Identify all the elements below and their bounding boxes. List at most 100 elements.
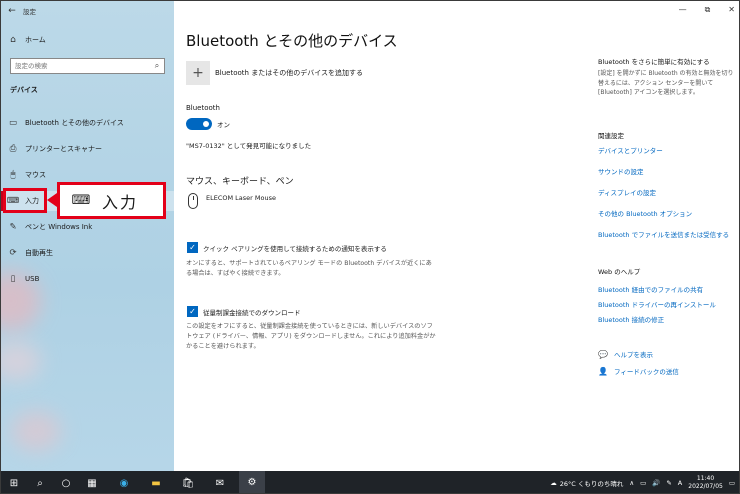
mouse-icon: 🖱 (10, 170, 16, 180)
get-help-row[interactable]: 💬 ヘルプを表示 (598, 349, 653, 360)
callout-label: 入力 (102, 192, 139, 212)
keyboard-icon: ⌨ (71, 193, 91, 208)
main-content: — ⧉ ✕ Bluetooth とその他のデバイス + Bluetooth また… (174, 1, 739, 471)
metered-checkbox-row[interactable]: ✓ 従量制課金接続でのダウンロード (187, 306, 301, 317)
plus-icon: + (186, 61, 210, 85)
store-icon[interactable]: 🛍 (175, 471, 201, 493)
callout-box: ⌨ 入力 (57, 182, 166, 219)
easier-title: Bluetooth をさらに簡単に有効にする (598, 58, 710, 66)
swift-pair-label: クイック ペアリングを使用して接続するための通知を表示する (203, 244, 387, 253)
wallpaper-blob (1, 341, 41, 381)
edge-icon[interactable]: ◉ (111, 471, 137, 493)
volume-icon[interactable]: 🔊 (652, 479, 660, 487)
feedback-row[interactable]: 👤 フィードバックの送信 (598, 366, 679, 377)
search-icon[interactable]: ⌕ (27, 471, 53, 493)
metered-checkbox[interactable]: ✓ (187, 306, 198, 317)
link-bluetooth-driver-reinstall[interactable]: Bluetooth ドライバーの再インストール (598, 299, 716, 309)
add-device-label: Bluetooth またはその他のデバイスを追加する (215, 69, 363, 77)
home-icon: ⌂ (10, 35, 16, 45)
notification-icon[interactable]: ▭ (729, 479, 735, 487)
link-bluetooth-file-share[interactable]: Bluetooth 経由でのファイルの共有 (598, 284, 703, 294)
wallpaper-blob (11, 411, 61, 451)
sidebar-item-bluetooth[interactable]: ▭ Bluetooth とその他のデバイス (1, 113, 174, 133)
taskbar: ⊞ ⌕ ○ ▦ ◉ ▬ 🛍 ✉ ⚙ ☁ 26°C くもりのち晴れ ∧ ▭ 🔊 ✎… (1, 471, 739, 493)
weather-text: 26°C くもりのち晴れ (559, 480, 624, 488)
close-icon[interactable]: ✕ (728, 5, 735, 15)
swift-pair-description: オンにすると、サポートされているペアリング モードの Bluetooth デバイ… (186, 260, 432, 277)
widgets-icon[interactable]: ▦ (79, 471, 105, 493)
search-box[interactable]: ⌕ (10, 58, 165, 74)
maximize-icon[interactable]: ⧉ (705, 5, 711, 15)
clock-time: 11:40 (696, 475, 715, 482)
weather-widget[interactable]: ☁ 26°C くもりのち晴れ (550, 478, 623, 488)
feedback-icon: 👤 (598, 366, 608, 376)
taskbar-apps: ◉ ▬ 🛍 ✉ ⚙ (111, 471, 265, 493)
help-chat-icon: 💬 (598, 349, 608, 359)
sidebar-item-label: プリンターとスキャナー (25, 145, 102, 153)
search-input[interactable] (11, 59, 150, 73)
link-bluetooth-connection-fix[interactable]: Bluetooth 接続の修正 (598, 314, 664, 324)
search-icon[interactable]: ⌕ (150, 61, 164, 71)
add-device-button[interactable]: + Bluetooth またはその他のデバイスを追加する (186, 61, 363, 85)
sidebar-item-printers[interactable]: ⎙ プリンターとスキャナー (1, 139, 174, 159)
swift-pair-checkbox[interactable]: ✓ (187, 242, 198, 253)
highlight-arrow (47, 193, 57, 207)
settings-window: ← 設定 ⌂ ホーム ⌕ デバイス ▭ Bluetooth とその他のデバイス … (0, 0, 740, 494)
ime-indicator[interactable]: A (678, 479, 682, 487)
task-view-icon[interactable]: ○ (53, 471, 79, 493)
link-display-settings[interactable]: ディスプレイの設定 (598, 187, 656, 197)
web-help-title: Web のヘルプ (598, 268, 641, 276)
link-bluetooth-file-transfer[interactable]: Bluetooth でファイルを送信または受信する (598, 229, 729, 239)
minimize-icon[interactable]: — (679, 5, 687, 15)
swift-pair-checkbox-row[interactable]: ✓ クイック ペアリングを使用して接続するための通知を表示する (187, 242, 387, 253)
cloud-icon: ☁ (550, 479, 557, 487)
bluetooth-label: Bluetooth (186, 104, 220, 112)
device-item[interactable]: ELECOM Laser Mouse (188, 193, 276, 209)
title-bar: ← 設定 (1, 1, 174, 21)
home-label: ホーム (25, 36, 46, 44)
pen-icon: ✎ (9, 222, 17, 232)
sidebar-item-home[interactable]: ⌂ ホーム (1, 32, 174, 48)
bluetooth-toggle-row: オン (186, 118, 230, 130)
device-name: ELECOM Laser Mouse (206, 194, 276, 202)
section-title: デバイス (10, 86, 38, 94)
get-help-link[interactable]: ヘルプを表示 (614, 349, 653, 359)
clock[interactable]: 11:40 2022/07/05 (688, 475, 723, 491)
easier-description: [設定] を開かずに Bluetooth の有効と無効を切り替えるには、アクショ… (598, 70, 734, 96)
network-icon[interactable]: ▭ (640, 479, 646, 487)
sidebar-item-pen[interactable]: ✎ ペンと Windows Ink (1, 217, 174, 237)
link-devices-printers[interactable]: デバイスとプリンター (598, 145, 663, 155)
mail-icon[interactable]: ✉ (207, 471, 233, 493)
metered-description: この設定をオフにすると、従量制課金接続を使っているときには、新しいデバイスのソフ… (186, 323, 436, 350)
mouse-section-title: マウス、キーボード、ペン (186, 177, 294, 187)
system-tray: ☁ 26°C くもりのち晴れ ∧ ▭ 🔊 ✎ A 11:40 2022/07/0… (550, 471, 735, 493)
back-arrow-icon[interactable]: ← (1, 6, 23, 16)
metered-label: 従量制課金接続でのダウンロード (203, 308, 301, 317)
bluetooth-toggle[interactable] (186, 118, 212, 130)
toggle-state: オン (217, 121, 230, 129)
bluetooth-devices-icon: ▭ (8, 118, 18, 128)
usb-icon: ▯ (10, 274, 16, 284)
chevron-up-icon[interactable]: ∧ (629, 479, 634, 487)
related-settings-title: 関連設定 (598, 132, 624, 140)
explorer-icon[interactable]: ▬ (143, 471, 169, 493)
clock-date: 2022/07/05 (688, 483, 723, 490)
sidebar-item-label: ペンと Windows Ink (25, 223, 93, 231)
settings-icon[interactable]: ⚙ (239, 471, 265, 493)
pen-workspace-icon[interactable]: ✎ (666, 479, 671, 487)
sidebar-item-label: 自動再生 (25, 249, 53, 257)
sidebar-item-autoplay[interactable]: ⟳ 自動再生 (1, 243, 174, 263)
feedback-link[interactable]: フィードバックの送信 (614, 366, 679, 376)
autoplay-icon: ⟳ (9, 248, 17, 258)
link-more-bluetooth-options[interactable]: その他の Bluetooth オプション (598, 208, 692, 218)
sidebar-item-label: マウス (25, 171, 46, 179)
sidebar-item-label: USB (25, 275, 40, 283)
link-sound-settings[interactable]: サウンドの設定 (598, 166, 644, 176)
start-icon[interactable]: ⊞ (1, 471, 27, 493)
app-title: 設定 (23, 8, 36, 16)
printer-icon: ⎙ (9, 144, 17, 154)
sidebar-item-usb[interactable]: ▯ USB (1, 269, 174, 289)
highlight-box (3, 188, 47, 213)
window-controls: — ⧉ ✕ (679, 5, 735, 15)
sidebar: ← 設定 ⌂ ホーム ⌕ デバイス ▭ Bluetooth とその他のデバイス … (1, 1, 174, 471)
